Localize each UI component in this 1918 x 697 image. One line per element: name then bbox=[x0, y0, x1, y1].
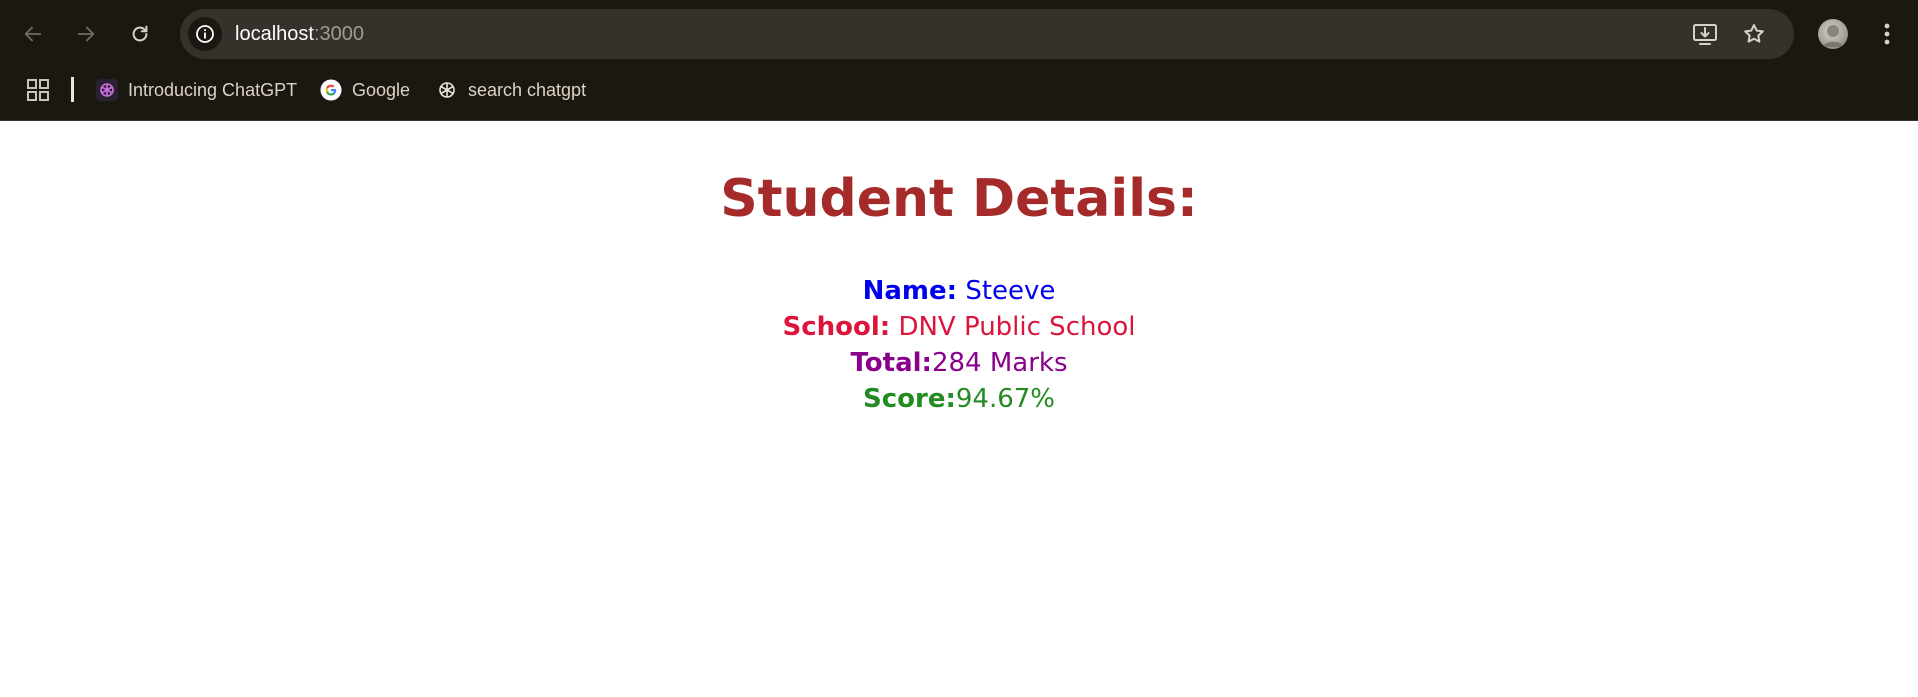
total-label: Total: bbox=[850, 348, 932, 378]
reload-button[interactable] bbox=[120, 14, 160, 54]
score-value: 94.67% bbox=[955, 384, 1055, 414]
student-details: Name: Steeve School: DNV Public School T… bbox=[0, 273, 1918, 417]
url-port: :3000 bbox=[313, 23, 364, 45]
name-row: Name: Steeve bbox=[0, 273, 1918, 309]
bookmarks-bar: Introducing ChatGPT Google search chatgp… bbox=[0, 70, 1918, 110]
reload-icon bbox=[132, 25, 148, 42]
site-info-button[interactable] bbox=[188, 17, 222, 51]
profile-avatar[interactable] bbox=[1818, 19, 1848, 49]
bookmarks-divider bbox=[71, 77, 74, 102]
more-vertical-icon bbox=[1884, 23, 1890, 45]
school-value: DNV Public School bbox=[898, 312, 1136, 342]
name-value: Steeve bbox=[965, 276, 1056, 306]
forward-button[interactable] bbox=[66, 14, 106, 54]
install-app-button[interactable] bbox=[1689, 18, 1721, 50]
address-bar[interactable]: localhost:3000 bbox=[180, 9, 1794, 59]
browser-menu-button[interactable] bbox=[1872, 18, 1902, 50]
total-row: Total:284 Marks bbox=[0, 345, 1918, 381]
school-row: School: DNV Public School bbox=[0, 309, 1918, 345]
bookmark-label: search chatgpt bbox=[468, 79, 587, 100]
bookmark-label: Introducing ChatGPT bbox=[128, 79, 298, 100]
bookmark-search-chatgpt[interactable]: search chatgpt bbox=[436, 70, 586, 110]
bookmark-label: Google bbox=[352, 79, 411, 100]
bookmark-google[interactable]: Google bbox=[320, 70, 410, 110]
school-label: School: bbox=[782, 312, 891, 342]
total-value: 284 Marks bbox=[931, 348, 1068, 378]
bookmark-star-button[interactable] bbox=[1738, 18, 1770, 50]
avatar-icon bbox=[1823, 25, 1843, 47]
page-title: Student Details: bbox=[720, 169, 1198, 229]
name-label: Name: bbox=[862, 276, 958, 306]
star-icon bbox=[1744, 24, 1764, 43]
arrow-left-icon bbox=[24, 26, 42, 42]
arrow-right-icon bbox=[77, 26, 95, 42]
browser-chrome: localhost:3000 Introducing ChatGPT Googl… bbox=[0, 0, 1918, 121]
score-row: Score:94.67% bbox=[0, 381, 1918, 417]
page-content: Student Details: Name: Steeve School: DN… bbox=[0, 122, 1918, 417]
google-icon bbox=[320, 79, 342, 101]
url-text[interactable]: localhost:3000 bbox=[235, 9, 364, 59]
url-host: localhost bbox=[235, 23, 314, 45]
score-label: Score: bbox=[863, 384, 956, 414]
info-icon bbox=[196, 25, 214, 43]
install-app-icon bbox=[1693, 24, 1717, 45]
back-button[interactable] bbox=[13, 14, 53, 54]
apps-grid-icon[interactable] bbox=[26, 78, 50, 102]
chatgpt-icon bbox=[96, 79, 118, 101]
openai-icon bbox=[436, 79, 458, 101]
bookmark-introducing-chatgpt[interactable]: Introducing ChatGPT bbox=[96, 70, 297, 110]
